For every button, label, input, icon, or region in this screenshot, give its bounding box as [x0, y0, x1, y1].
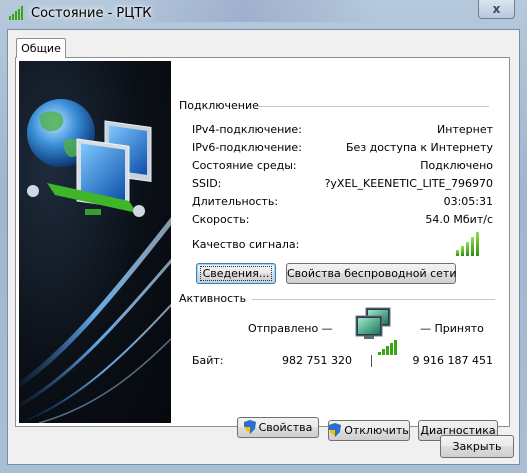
properties-button-label: Свойства — [258, 421, 313, 434]
speed-value: 54.0 Мбит/с — [425, 213, 493, 226]
wireless-signal-icon — [9, 6, 25, 20]
bytes-label: Байт: — [192, 354, 224, 367]
sent-label: Отправлено — — [248, 322, 333, 335]
dialog-client-area: Общие Подключение IPv4-подключение: Инте… — [7, 29, 520, 465]
title-bar[interactable]: Состояние - РЦТК x — [0, 0, 527, 28]
connection-divider — [256, 106, 489, 108]
details-button-label: Сведения... — [199, 266, 273, 281]
activity-section-title: Активность — [179, 292, 247, 305]
media-state-label: Состояние среды: — [192, 159, 297, 172]
dialog-window: Состояние - РЦТК x Общие Подключение IPv… — [0, 0, 527, 473]
ipv4-label: IPv4-подключение: — [192, 123, 302, 136]
connection-section-title: Подключение — [179, 99, 259, 112]
ipv4-value: Интернет — [437, 123, 493, 136]
bytes-sent-value: 982 751 320 — [282, 354, 352, 367]
disconnect-button[interactable]: Отключить — [328, 420, 410, 441]
signal-quality-label: Качество сигнала: — [192, 238, 300, 251]
signal-strength-icon — [456, 232, 484, 256]
tab-general[interactable]: Общие — [16, 38, 66, 58]
duration-label: Длительность: — [192, 195, 279, 208]
bytes-received-value: 9 916 187 451 — [412, 354, 493, 367]
ipv6-label: IPv6-подключение: — [192, 141, 302, 154]
network-computers-icon — [355, 307, 397, 355]
ssid-value: ?yXEL_KEENETIC_LITE_796970 — [324, 177, 493, 190]
speed-label: Скорость: — [192, 213, 250, 226]
window-title: Состояние - РЦТК — [31, 6, 152, 21]
activity-divider — [252, 299, 495, 301]
ipv6-value: Без доступа к Интернету — [346, 141, 493, 154]
received-label: — Принято — [420, 322, 484, 335]
uac-shield-icon — [329, 423, 342, 437]
media-state-value: Подключено — [420, 159, 493, 172]
uac-shield-icon — [243, 420, 256, 434]
network-globe-computer-icon — [19, 99, 171, 423]
network-banner-image — [19, 61, 171, 423]
wireless-properties-button[interactable]: Свойства беспроводной сети — [286, 263, 456, 284]
duration-value: 03:05:31 — [443, 195, 493, 208]
general-tab-panel: Подключение IPv4-подключение: Интернет I… — [15, 57, 510, 441]
details-button[interactable]: Сведения... — [196, 263, 276, 284]
close-button[interactable]: Закрыть — [440, 435, 514, 458]
ssid-label: SSID: — [192, 177, 222, 190]
activity-separator — [371, 355, 372, 367]
close-icon[interactable]: x — [478, 0, 515, 19]
properties-button[interactable]: Свойства — [237, 417, 319, 438]
disconnect-button-label: Отключить — [344, 424, 409, 437]
